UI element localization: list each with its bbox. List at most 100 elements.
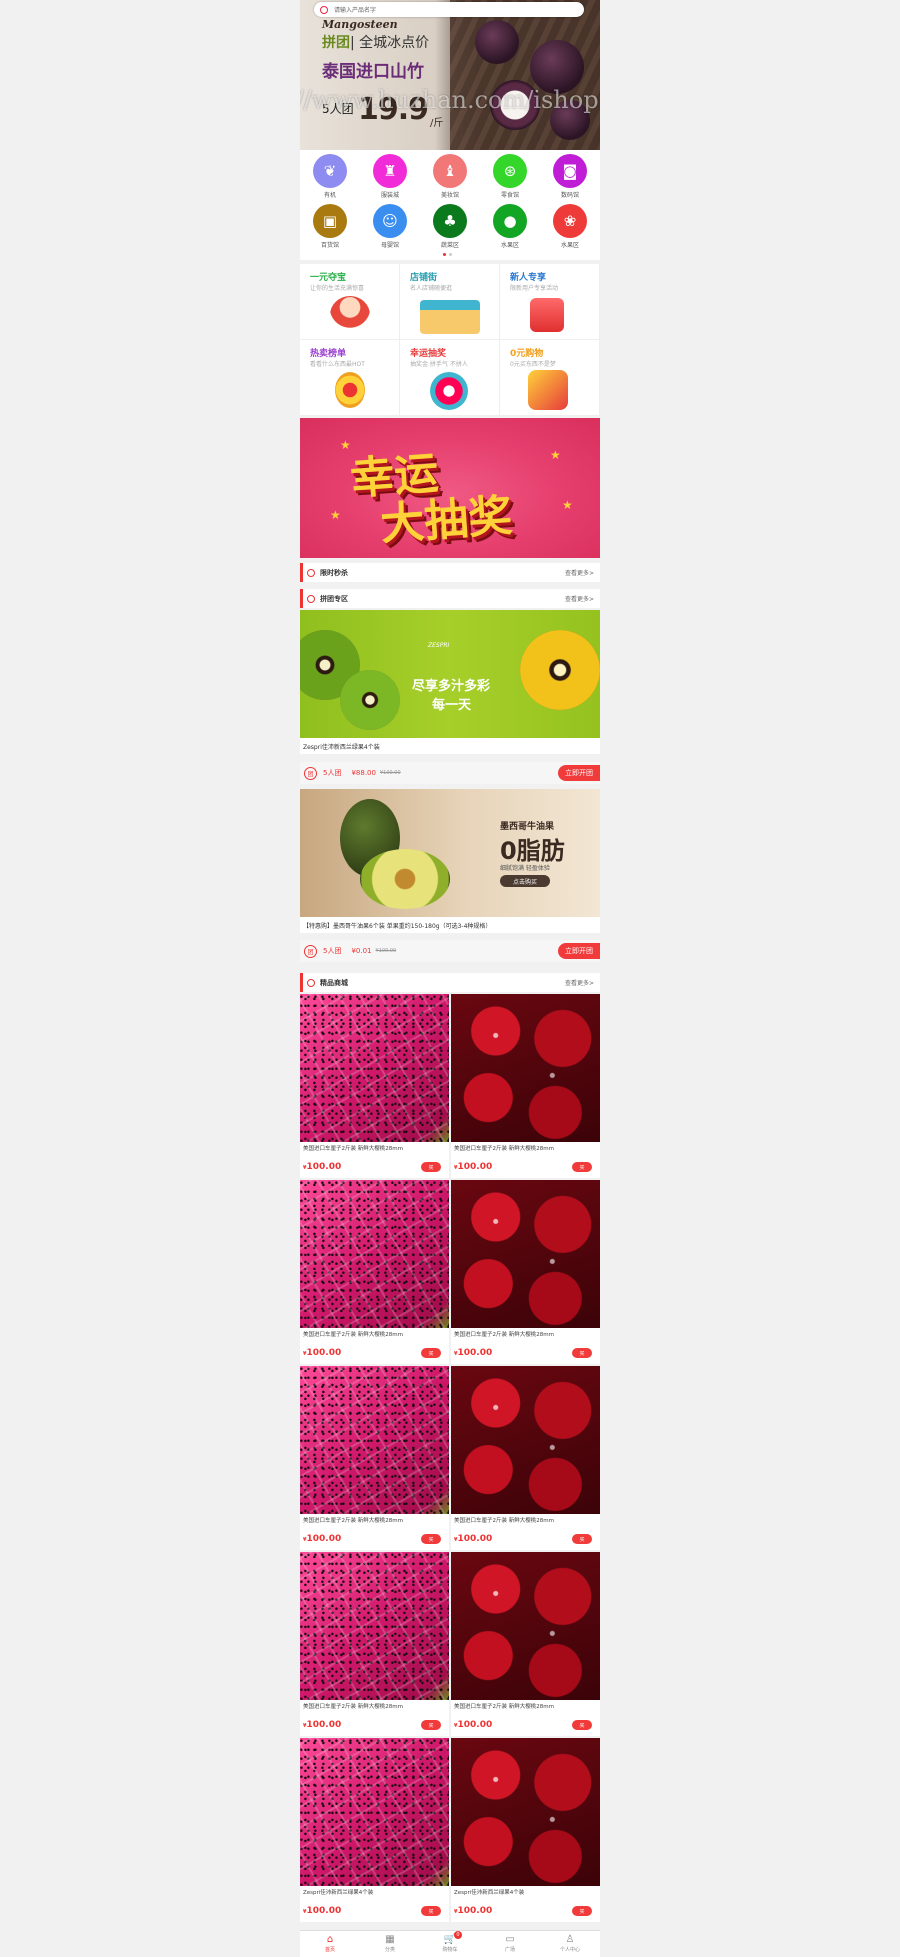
product-card[interactable]: Zespri佳沛新西兰绿果4个装 ¥100.00 买 — [300, 1738, 449, 1922]
banner-buy-button[interactable]: 点击购买 — [500, 875, 550, 887]
square-icon: ▭ — [505, 1934, 515, 1945]
section-group-buy[interactable]: 拼团专区 查看更多> — [300, 589, 600, 608]
category-item[interactable]: ⊛ 零食馆 — [490, 154, 530, 199]
dragonfruit-image[interactable] — [300, 1552, 449, 1700]
cherry-image[interactable] — [451, 994, 600, 1142]
promo-illustration — [330, 296, 370, 334]
cherry-image[interactable] — [451, 1180, 600, 1328]
buy-button[interactable]: 买 — [421, 1162, 441, 1172]
product-name[interactable]: 美国进口车厘子2斤装 新鲜大樱桃28mm — [454, 1144, 597, 1152]
product-name[interactable]: 美国进口车厘子2斤装 新鲜大樱桃28mm — [303, 1702, 446, 1710]
hot-list-item[interactable]: 热卖榜单 看看什么东西最HOT — [300, 340, 400, 416]
shop-street-item[interactable]: 店铺街 名人店铺随便逛 — [400, 264, 500, 340]
product-card[interactable]: 美国进口车厘子2斤装 新鲜大樱桃28mm ¥100.00 买 — [451, 1552, 600, 1736]
deal-title[interactable]: Zespri佳沛新西兰绿果4个装 — [300, 738, 600, 754]
kiwi-image — [340, 670, 400, 730]
product-card[interactable]: 美国进口车厘子2斤装 新鲜大樱桃28mm ¥100.00 买 — [300, 1552, 449, 1736]
avatar: 团 — [304, 766, 317, 780]
dragonfruit-image[interactable] — [300, 1738, 449, 1886]
cherry-image[interactable] — [451, 1552, 600, 1700]
deal-banner-kiwi[interactable]: ZESPRI 尽享多汁多彩 每一天 — [300, 610, 600, 738]
zero-yuan-item[interactable]: 0元购物 0元买东西不是梦 — [500, 340, 600, 416]
more-link[interactable]: 查看更多> — [565, 568, 594, 577]
start-group-button[interactable]: 立即开团 — [558, 765, 600, 781]
buy-button[interactable]: 买 — [572, 1720, 592, 1730]
category-item[interactable]: ♜ 服装城 — [370, 154, 410, 199]
category-item[interactable]: ● 水果区 — [490, 204, 530, 249]
category-label: 有机 — [323, 192, 336, 199]
tab-square[interactable]: ▭ 广场 — [480, 1931, 540, 1957]
product-card[interactable]: 美国进口车厘子2斤装 新鲜大樱桃28mm ¥100.00 买 — [451, 1180, 600, 1364]
category-item[interactable]: ♣ 蔬菜区 — [430, 204, 470, 249]
product-card[interactable]: Zespri佳沛新西兰绿果4个装 ¥100.00 买 — [451, 1738, 600, 1922]
group-size: 5人团 — [323, 947, 342, 955]
product-name[interactable]: 美国进口车厘子2斤装 新鲜大樱桃28mm — [303, 1330, 446, 1338]
price-value: 100.00 — [306, 1534, 342, 1544]
product-price: ¥100.00 — [454, 1162, 492, 1172]
tab-label: 购物车 — [442, 1947, 458, 1953]
product-card[interactable]: 美国进口车厘子2斤装 新鲜大樱桃28mm ¥100.00 买 — [300, 994, 449, 1178]
product-name[interactable]: 美国进口车厘子2斤装 新鲜大樱桃28mm — [303, 1516, 446, 1524]
deal-banner-avocado[interactable]: 墨西哥牛油果 0脂肪 细腻饱满 轻盈体验 点击购买 — [300, 789, 600, 917]
product-name[interactable]: 美国进口车厘子2斤装 新鲜大樱桃28mm — [303, 1144, 446, 1152]
price-value: 100.00 — [457, 1906, 493, 1916]
start-group-button[interactable]: 立即开团 — [558, 943, 600, 959]
price-value: 100.00 — [306, 1348, 342, 1358]
buy-button[interactable]: 买 — [572, 1162, 592, 1172]
search-input[interactable]: 请输入产品名字 — [314, 2, 584, 17]
one-yuan-item[interactable]: 一元夺宝 让你的生活充满惊喜 — [300, 264, 400, 340]
tab-home[interactable]: ⌂ 首页 — [300, 1931, 360, 1957]
product-card[interactable]: 美国进口车厘子2斤装 新鲜大樱桃28mm ¥100.00 买 — [300, 1366, 449, 1550]
tab-cart[interactable]: 🛒 购物车 0 — [420, 1931, 480, 1957]
bottle-icon: ♝ — [433, 154, 467, 188]
category-item[interactable]: ♝ 美妆馆 — [430, 154, 470, 199]
tab-user[interactable]: ♙ 个人中心 — [540, 1931, 600, 1957]
deal-old-price: ¥100.00 — [379, 770, 401, 776]
buy-button[interactable]: 买 — [572, 1348, 592, 1358]
buy-button[interactable]: 买 — [572, 1534, 592, 1544]
user-icon: ♙ — [565, 1934, 575, 1945]
category-item[interactable]: ❦ 有机 — [310, 154, 350, 199]
buy-button[interactable]: 买 — [421, 1534, 441, 1544]
product-name[interactable]: 美国进口车厘子2斤装 新鲜大樱桃28mm — [454, 1702, 597, 1710]
tab-grid[interactable]: ▦ 分类 — [360, 1931, 420, 1957]
buy-button[interactable]: 买 — [421, 1720, 441, 1730]
hero-banner[interactable]: 请输入产品名字 Mangosteen 拼团| 全城冰点价 泰国进口山竹 5人团 … — [300, 0, 600, 150]
newcomer-item[interactable]: 新人专享 限新用户专享活动 — [500, 264, 600, 340]
product-card[interactable]: 美国进口车厘子2斤装 新鲜大樱桃28mm ¥100.00 买 — [451, 1366, 600, 1550]
category-item[interactable]: ❀ 水果区 — [550, 204, 590, 249]
cherry-image[interactable] — [451, 1366, 600, 1514]
hero-title: 泰国进口山竹 — [322, 62, 424, 82]
category-label: 水果区 — [500, 242, 519, 249]
promo-title: 热卖榜单 — [310, 349, 347, 359]
buy-button[interactable]: 买 — [421, 1906, 441, 1916]
more-link[interactable]: 查看更多> — [565, 978, 594, 987]
section-flash-sale[interactable]: 限时秒杀 查看更多> — [300, 563, 600, 582]
promo-subtitle: 限新用户专享活动 — [510, 285, 559, 292]
category-item[interactable]: ◙ 数码馆 — [550, 154, 590, 199]
gold-kiwi-image — [520, 630, 600, 710]
price-value: 100.00 — [306, 1162, 342, 1172]
product-name[interactable]: 美国进口车厘子2斤装 新鲜大樱桃28mm — [454, 1330, 597, 1338]
buy-button[interactable]: 买 — [572, 1906, 592, 1916]
product-name[interactable]: Zespri佳沛新西兰绿果4个装 — [303, 1888, 446, 1896]
section-featured[interactable]: 精品商城 查看更多> — [300, 973, 600, 992]
product-card[interactable]: 美国进口车厘子2斤装 新鲜大樱桃28mm ¥100.00 买 — [300, 1180, 449, 1364]
deal-banner-text: 0脂肪 — [500, 837, 565, 865]
lottery-banner[interactable]: ★ ★ ★ ★ 幸运 大抽奖 — [300, 418, 600, 558]
dragonfruit-image[interactable] — [300, 1180, 449, 1328]
promo-subtitle: 让你的生活充满惊喜 — [310, 285, 365, 292]
dragonfruit-image[interactable] — [300, 994, 449, 1142]
product-card[interactable]: 美国进口车厘子2斤装 新鲜大樱桃28mm ¥100.00 买 — [451, 994, 600, 1178]
lucky-draw-item[interactable]: 幸运抽奖 抽奖金 拼手气 不拼人 — [400, 340, 500, 416]
cherry-image[interactable] — [451, 1738, 600, 1886]
product-name[interactable]: 美国进口车厘子2斤装 新鲜大樱桃28mm — [454, 1516, 597, 1524]
product-name[interactable]: Zespri佳沛新西兰绿果4个装 — [454, 1888, 597, 1896]
dragonfruit-image[interactable] — [300, 1366, 449, 1514]
category-item[interactable]: ▣ 百货馆 — [310, 204, 350, 249]
more-link[interactable]: 查看更多> — [565, 594, 594, 603]
buy-button[interactable]: 买 — [421, 1348, 441, 1358]
deal-title[interactable]: 【特惠购】墨西哥牛油果6个装 单果重约150-180g（可选3-4种规格） — [300, 917, 600, 933]
category-item[interactable]: ☺ 母婴馆 — [370, 204, 410, 249]
product-price: ¥100.00 — [454, 1906, 492, 1916]
